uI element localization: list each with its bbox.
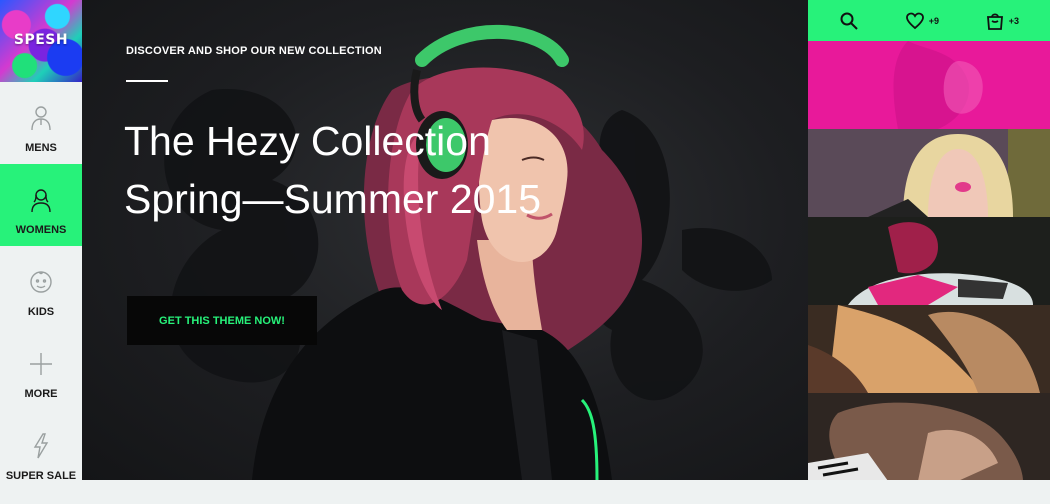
hero-title-line-1: The Hezy Collection (124, 118, 491, 164)
right-panel: +9 +3 (808, 0, 1050, 480)
sidebar-item-label: MENS (25, 142, 57, 154)
thumbnail-image (808, 129, 1050, 217)
man-icon (31, 106, 51, 131)
woman-icon (31, 189, 51, 213)
heart-icon (905, 12, 924, 29)
sidebar: SPESH MENS WOMENS KIDS MORE SUPER SALE (0, 0, 82, 482)
thumbnail-image (808, 305, 1050, 393)
sidebar-item-more[interactable]: MORE (0, 328, 82, 410)
footer-strip (0, 480, 1050, 504)
sidebar-item-kids[interactable]: KIDS (0, 246, 82, 328)
brand-logo[interactable]: SPESH (0, 0, 82, 82)
sidebar-item-label: MORE (24, 388, 58, 400)
hero-image (164, 24, 772, 480)
get-theme-button[interactable]: GET THIS THEME NOW! (127, 296, 317, 345)
cart-count: +3 (1008, 15, 1020, 26)
hero-kicker: DISCOVER AND SHOP OUR NEW COLLECTION (126, 45, 382, 57)
wishlist-count: +9 (928, 15, 939, 26)
plus-icon (30, 353, 52, 375)
thumbnail-3[interactable] (808, 217, 1050, 305)
cart-button[interactable]: +3 (985, 11, 1019, 31)
thumbnail-1[interactable] (808, 41, 1050, 129)
thumbnail-5[interactable] (808, 393, 1050, 480)
wishlist-button[interactable]: +9 (905, 11, 939, 31)
brand-logo-text: SPESH (13, 32, 69, 48)
search-button[interactable] (839, 11, 859, 31)
thumbnail-image (808, 393, 1050, 480)
hero-title: The Hezy Collection Spring—Summer 2015 (124, 112, 541, 228)
top-toolbar: +9 +3 (808, 0, 1050, 41)
thumbnail-4[interactable] (808, 305, 1050, 393)
sidebar-item-label: KIDS (27, 306, 55, 318)
hero-divider (126, 80, 168, 82)
sidebar-item-mens[interactable]: MENS (0, 82, 82, 164)
lightning-icon (33, 433, 49, 459)
sidebar-item-label: WOMENS (15, 224, 67, 236)
thumbnail-image (808, 41, 1050, 129)
thumbnail-2[interactable] (808, 129, 1050, 217)
shopping-bag-icon (986, 12, 1003, 30)
kid-icon (30, 271, 52, 293)
sidebar-item-womens[interactable]: WOMENS (0, 164, 82, 246)
search-icon (840, 12, 858, 30)
hero-banner: DISCOVER AND SHOP OUR NEW COLLECTION The… (82, 0, 808, 480)
page: SPESH MENS WOMENS KIDS MORE SUPER SALE D… (0, 0, 1050, 504)
hero-title-line-2: Spring—Summer 2015 (124, 176, 542, 222)
thumbnail-image (808, 217, 1050, 305)
